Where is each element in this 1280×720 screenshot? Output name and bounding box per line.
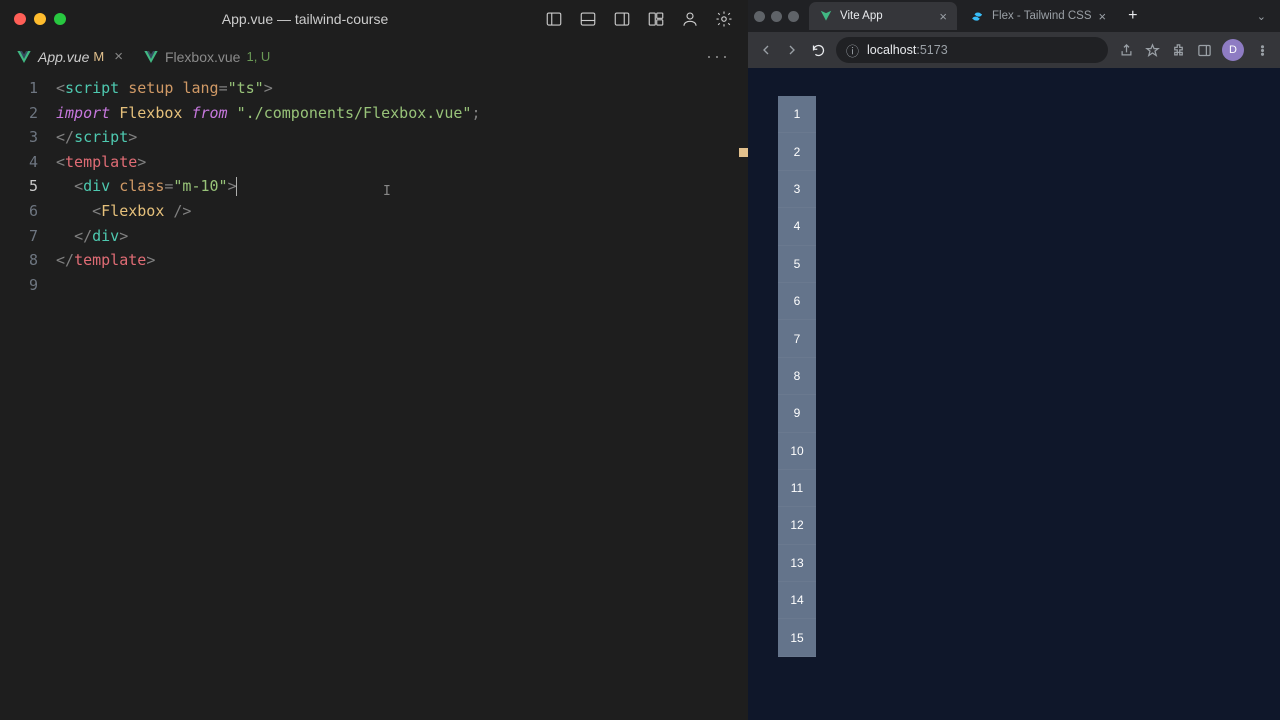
text-cursor-icon: I (383, 180, 384, 195)
fullscreen-window-button[interactable] (54, 13, 66, 25)
tailwind-icon (971, 9, 985, 23)
panel-right-icon[interactable] (612, 9, 632, 29)
code-line[interactable]: <Flexbox /> (56, 199, 734, 224)
code-area[interactable]: I <script setup lang="ts">import Flexbox… (56, 76, 734, 720)
site-info-icon[interactable]: ⓘ (846, 41, 859, 60)
tab-app-vue[interactable]: App.vue M × (6, 38, 133, 75)
editor-tabs: App.vue M × Flexbox.vue 1, U ··· (0, 38, 748, 76)
flex-item: 1 (778, 96, 816, 133)
panel-left-icon[interactable] (544, 9, 564, 29)
code-line[interactable]: </script> (56, 125, 734, 150)
forward-button[interactable] (784, 42, 800, 58)
browser-close-button[interactable] (754, 11, 765, 22)
flex-item: 3 (778, 171, 816, 208)
vue-logo-icon (143, 49, 159, 65)
flex-item: 10 (778, 433, 816, 470)
browser-minimize-button[interactable] (771, 11, 782, 22)
new-tab-button[interactable]: + (1120, 7, 1145, 25)
flex-item: 15 (778, 619, 816, 656)
browser-traffic-lights (754, 11, 799, 22)
bookmark-icon[interactable] (1144, 42, 1160, 58)
tab-more-button[interactable]: ··· (706, 46, 748, 67)
browser-window: Vite App × Flex - Tailwind CSS × + ⌄ ⓘ l… (748, 0, 1280, 720)
tab-modified-badge: M (93, 49, 104, 64)
code-line[interactable]: <div class="m-10"> (56, 174, 734, 199)
vscode-window: App.vue — tailwind-course App.vue M × Fl… (0, 0, 748, 720)
tab-git-badge: 1, U (246, 49, 270, 64)
tab-label: Flexbox.vue (165, 49, 240, 65)
profile-avatar[interactable]: D (1222, 39, 1244, 61)
code-editor[interactable]: 123456789 I <script setup lang="ts">impo… (0, 76, 748, 720)
code-line[interactable]: import Flexbox from "./components/Flexbo… (56, 101, 734, 126)
code-line[interactable]: <script setup lang="ts"> (56, 76, 734, 101)
flex-item: 7 (778, 320, 816, 357)
code-line[interactable]: </template> (56, 248, 734, 273)
editor-cursor (236, 177, 238, 196)
flex-item: 8 (778, 358, 816, 395)
flex-item: 9 (778, 395, 816, 432)
browser-tab-title: Flex - Tailwind CSS (992, 10, 1092, 22)
gear-icon[interactable] (714, 9, 734, 29)
window-title: App.vue — tailwind-course (66, 11, 544, 27)
vue-logo-icon (16, 49, 32, 65)
layout-icon[interactable] (646, 9, 666, 29)
code-line[interactable] (56, 273, 734, 298)
flex-item: 12 (778, 507, 816, 544)
flexbox-output: 123456789101112131415 (778, 96, 816, 657)
flex-item: 5 (778, 246, 816, 283)
share-icon[interactable] (1118, 42, 1134, 58)
browser-tab-tailwind[interactable]: Flex - Tailwind CSS × (961, 2, 1116, 30)
panel-bottom-icon[interactable] (578, 9, 598, 29)
tab-label: App.vue (38, 49, 89, 65)
flex-item: 14 (778, 582, 816, 619)
flex-item: 6 (778, 283, 816, 320)
browser-tabstrip: Vite App × Flex - Tailwind CSS × + ⌄ (748, 0, 1280, 32)
minimize-window-button[interactable] (34, 13, 46, 25)
back-button[interactable] (758, 42, 774, 58)
browser-tab-title: Vite App (840, 10, 932, 22)
traffic-lights (14, 13, 66, 25)
scroll-strip[interactable] (734, 76, 748, 720)
close-icon[interactable]: × (114, 48, 123, 65)
close-icon[interactable]: × (939, 9, 947, 24)
line-gutter: 123456789 (0, 76, 56, 720)
close-icon[interactable]: × (1099, 9, 1107, 24)
scroll-marker (739, 148, 748, 157)
close-window-button[interactable] (14, 13, 26, 25)
menu-icon[interactable] (1254, 42, 1270, 58)
titlebar: App.vue — tailwind-course (0, 0, 748, 38)
titlebar-icons (544, 9, 734, 29)
url-port: :5173 (916, 43, 947, 57)
tab-flexbox-vue[interactable]: Flexbox.vue 1, U (133, 38, 280, 75)
reload-button[interactable] (810, 42, 826, 58)
flex-item: 13 (778, 545, 816, 582)
chevron-down-icon[interactable]: ⌄ (1257, 10, 1274, 23)
code-line[interactable]: <template> (56, 150, 734, 175)
flex-item: 11 (778, 470, 816, 507)
flex-item: 4 (778, 208, 816, 245)
url-host: localhost (867, 43, 916, 57)
browser-fullscreen-button[interactable] (788, 11, 799, 22)
browser-toolbar: ⓘ localhost:5173 D (748, 32, 1280, 68)
code-line[interactable]: </div> (56, 224, 734, 249)
vite-icon (819, 9, 833, 23)
account-icon[interactable] (680, 9, 700, 29)
browser-viewport[interactable]: 123456789101112131415 (748, 68, 1280, 720)
address-bar[interactable]: ⓘ localhost:5173 (836, 37, 1108, 63)
browser-tab-vite[interactable]: Vite App × (809, 2, 957, 30)
extensions-icon[interactable] (1170, 42, 1186, 58)
side-panel-icon[interactable] (1196, 42, 1212, 58)
flex-item: 2 (778, 133, 816, 170)
